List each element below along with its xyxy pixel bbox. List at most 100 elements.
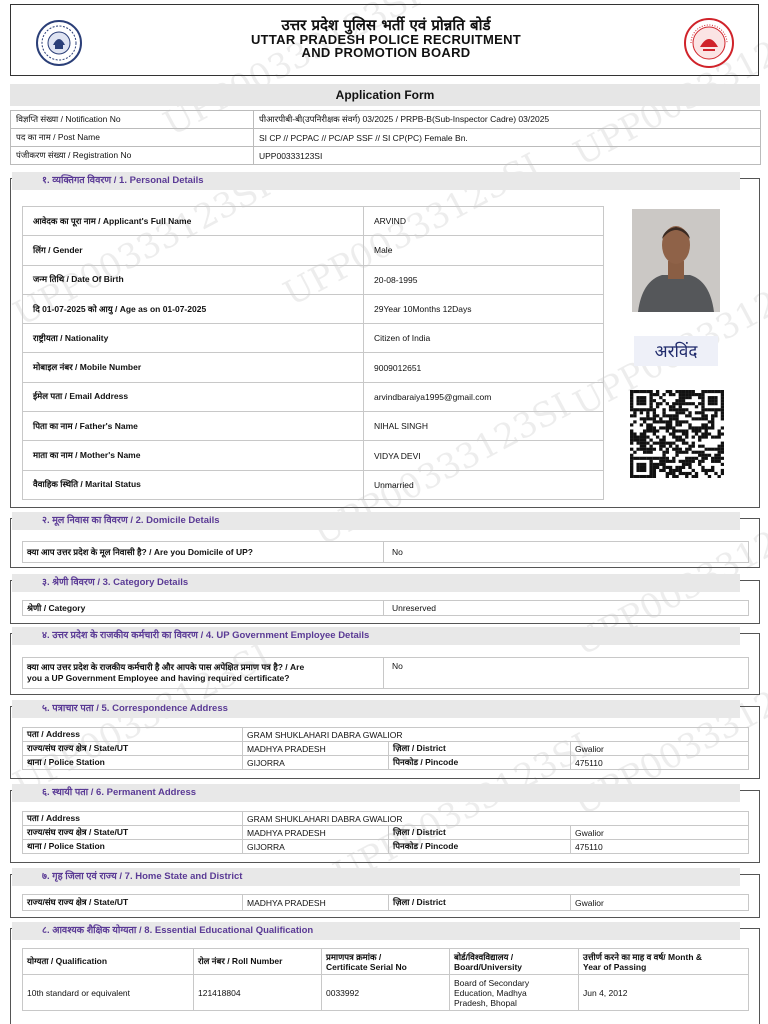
qr-module [655, 420, 660, 424]
qr-module [704, 432, 708, 436]
qr-module [688, 396, 692, 400]
qr-module [649, 444, 653, 448]
qr-module [707, 426, 712, 430]
correspondence-state-value: MADHYA PRADESH [242, 741, 389, 756]
qr-module [720, 441, 725, 445]
qr-module [681, 396, 686, 400]
qr-module [662, 414, 666, 418]
qr-module [659, 444, 663, 448]
qr-module [642, 420, 647, 424]
qr-module [652, 393, 657, 397]
qr-module [630, 429, 634, 433]
category-table: श्रेणी / Category Unreserved [22, 600, 749, 616]
certificate-serial-value: 0033992 [321, 974, 450, 1011]
registration-no-value: UPP00333123SI [253, 146, 761, 165]
personal-details-table: आवेदक का पूरा नाम / Applicant's Full Nam… [22, 205, 604, 500]
qr-module [646, 450, 650, 454]
district-label: ज़िला / District [388, 741, 571, 756]
qr-module [714, 402, 718, 406]
qr-module [630, 423, 634, 427]
post-name-label: पद का नाम / Post Name [10, 128, 254, 147]
qr-module [717, 459, 721, 463]
qr-module [720, 393, 725, 397]
qr-module [633, 435, 637, 439]
qr-module [672, 408, 676, 412]
qr-module [636, 474, 640, 479]
qr-module [711, 426, 715, 430]
qr-module [646, 441, 650, 445]
qr-module [711, 408, 715, 412]
certificate-serial-header-line2: Certificate Serial No [326, 961, 407, 972]
qr-module [685, 432, 689, 436]
qr-module [678, 390, 682, 394]
qr-module [668, 405, 673, 409]
qr-module [678, 465, 682, 469]
mobile-label: मोबाइल नंबर / Mobile Number [22, 352, 364, 383]
qr-module [672, 441, 676, 445]
qr-module [642, 438, 647, 442]
govt-employee-label: क्या आप उत्तर प्रदेश के राजकीय कर्मचारी … [22, 657, 384, 689]
table-row: दि 01-07-2025 को आयु / Age as on 01-07-2… [22, 293, 604, 325]
qr-module [652, 468, 657, 473]
qr-module [711, 435, 715, 439]
qr-module [698, 396, 702, 400]
qr-module [685, 429, 689, 433]
qr-module [707, 453, 712, 457]
qr-module [704, 417, 708, 421]
qr-module [649, 402, 653, 406]
qr-module [636, 441, 640, 445]
table-row: राज्य/संघ राज्य क्षेत्र / State/UT MADHY… [22, 894, 749, 911]
qr-module [630, 441, 634, 445]
qr-module [646, 474, 650, 479]
state-label: राज्य/संघ राज्य क्षेत्र / State/UT [22, 741, 243, 756]
full-name-label: आवेदक का पूरा नाम / Applicant's Full Nam… [22, 205, 364, 237]
qr-module [649, 405, 653, 409]
qr-module [685, 471, 689, 476]
qr-module [691, 417, 695, 421]
applicant-signature: अरविंद [634, 336, 718, 366]
qr-module [630, 396, 634, 400]
qr-module [655, 435, 660, 439]
qr-module [642, 450, 647, 454]
qr-module [678, 399, 682, 403]
qr-module [672, 426, 676, 430]
qr-module [659, 426, 663, 430]
qr-module [698, 450, 702, 454]
qr-module [711, 468, 715, 473]
qr-module [630, 462, 634, 466]
year-of-passing-value: Jun 4, 2012 [578, 974, 749, 1011]
qr-module [720, 456, 725, 460]
pincode-label: पिनकोड / Pincode [388, 839, 571, 854]
qr-module [694, 393, 699, 397]
qr-module [655, 465, 660, 469]
state-label: राज्य/संघ राज्य क्षेत्र / State/UT [22, 894, 243, 911]
qr-module [717, 450, 721, 454]
qr-module [672, 435, 676, 439]
qr-module [681, 471, 686, 476]
qr-module [633, 432, 637, 436]
qr-module [642, 390, 647, 394]
table-row: श्रेणी / Category Unreserved [22, 600, 749, 616]
qr-module [665, 423, 669, 427]
qr-module [685, 447, 689, 451]
qr-module [646, 417, 650, 421]
qr-module [649, 465, 653, 469]
marital-status-label: वैवाहिक स्थिति / Marital Status [22, 469, 364, 500]
qr-module [711, 399, 715, 403]
qr-module [694, 432, 699, 436]
qr-module [672, 468, 676, 473]
qr-module [678, 438, 682, 442]
qr-module [685, 390, 689, 394]
qr-module [711, 402, 715, 406]
qr-module [636, 465, 640, 469]
qr-module [652, 420, 657, 424]
table-row: राष्ट्रीयता / Nationality Citizen of Indi… [22, 323, 604, 354]
qr-module [639, 438, 644, 442]
qr-module [630, 471, 634, 476]
qr-module [685, 450, 689, 454]
permanent-pincode-value: 475110 [570, 839, 749, 854]
qr-module [649, 417, 653, 421]
qr-module [678, 435, 682, 439]
qr-module [655, 402, 660, 406]
table-row: पता / Address GRAM SHUKLAHARI DABRA GWAL… [22, 727, 749, 742]
